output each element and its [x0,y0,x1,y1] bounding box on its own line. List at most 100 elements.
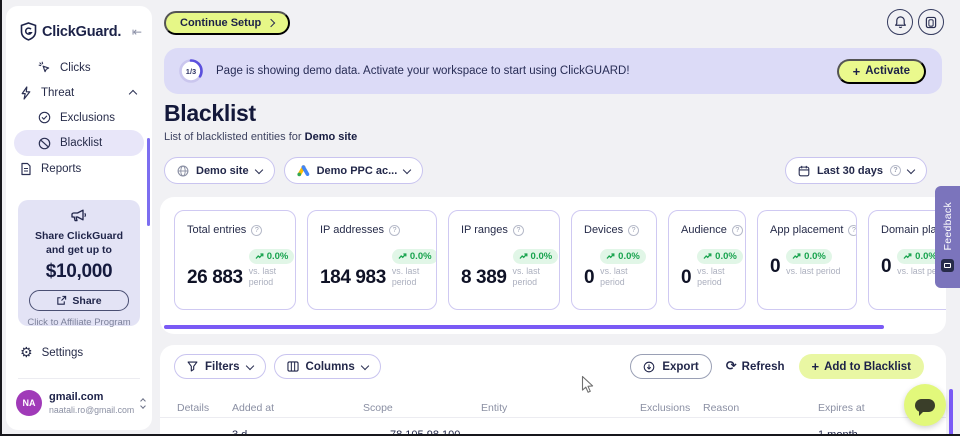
active-section-indicator [147,138,150,226]
check-circle-icon [38,111,51,124]
columns-button[interactable]: Columns [274,354,381,379]
column-header-reason[interactable]: Reason [703,402,739,414]
chat-bubble-icon [915,399,935,412]
tooltip-icon[interactable]: ? [251,225,262,236]
tooltip-icon[interactable]: ? [848,225,857,236]
stat-value: 0 [770,256,780,278]
clickguard-shield-icon [20,22,37,41]
download-icon [643,361,655,373]
stat-label: Devices [584,224,623,236]
sidebar-item-threat[interactable]: Threat [6,80,152,105]
trend-value: 0.0% [410,251,432,262]
activate-label: Activate [865,65,910,77]
filters-button[interactable]: Filters [174,354,266,379]
click-cursor-icon [38,61,51,74]
external-link-icon [56,295,67,306]
document-icon [20,162,32,176]
vs-label: vs. last period [392,266,437,288]
sidebar-item-exclusions[interactable]: Exclusions [6,105,152,130]
trend-badge: 0.0% [513,249,559,264]
table-header-divider [160,417,946,418]
sidebar-item-label: Clicks [60,62,91,74]
column-header-details[interactable]: Details [177,402,209,414]
sidebar-item-clicks[interactable]: Clicks [6,55,152,80]
stat-value: 0 [681,267,691,289]
continue-setup-button[interactable]: Continue Setup [164,11,290,35]
account-selector[interactable]: Demo PPC ac... [284,157,424,184]
date-range-selector[interactable]: Last 30 days ? [785,157,927,184]
column-header-scope[interactable]: Scope [363,402,393,414]
bell-icon [894,15,907,29]
site-selector[interactable]: Demo site [164,157,275,184]
column-header-entity[interactable]: Entity [481,402,507,414]
collapse-sidebar-icon[interactable]: ⇤ [132,25,142,39]
vertical-scrollbar[interactable] [949,389,953,436]
date-range-value: Last 30 days [817,165,883,177]
column-header-added-at[interactable]: Added at [232,402,274,414]
demo-data-banner: 1/3 Page is showing demo data. Activate … [164,48,942,94]
tooltip-icon[interactable]: ? [513,225,524,236]
sidebar-item-label: Threat [41,87,74,99]
plus-icon: + [853,65,861,78]
trend-up-icon [255,253,264,260]
stat-value: 184 983 [320,267,386,289]
tooltip-icon[interactable]: ? [890,165,901,176]
filter-funnel-icon [187,361,198,372]
account-selector-value: Demo PPC ac... [317,165,398,177]
stat-card-ip-addresses: IP addresses? 184 983 0.0%vs. last perio… [307,210,437,310]
user-menu[interactable]: NA gmail.com naatali.ro@gmail.com [16,390,144,416]
sidebar-item-label: Exclusions [60,112,115,124]
feedback-label: Feedback [942,202,954,251]
site-selector-value: Demo site [196,165,249,177]
book-icon [925,16,937,29]
page-title: Blacklist [164,100,256,127]
feedback-tab[interactable]: Feedback [935,186,960,288]
sidebar-item-blacklist[interactable]: Blacklist [14,130,144,156]
sidebar-item-reports[interactable]: Reports [6,156,152,181]
lightning-icon [20,86,32,100]
stat-card-total-entries: Total entries? 26 883 0.0%vs. last perio… [174,210,296,310]
gear-icon: ⚙ [20,346,33,360]
add-to-blacklist-button[interactable]: + Add to Blacklist [799,354,925,379]
share-button[interactable]: Share [29,290,129,311]
mouse-cursor [581,375,595,395]
export-label: Export [662,361,698,373]
export-button[interactable]: Export [630,354,711,379]
share-label: Share [72,295,101,307]
sidebar-item-settings[interactable]: ⚙ Settings [20,346,83,360]
feedback-icon [941,259,954,272]
plus-icon: + [812,360,820,373]
tooltip-icon[interactable]: ? [628,225,639,236]
stat-label: App placement [770,224,843,236]
sidebar: ClickGuard. ⇤ Clicks Threat Exclusions B… [6,6,152,430]
subtitle-text: List of blacklisted entities for [164,131,302,143]
filters-label: Filters [205,361,240,373]
affiliate-promo-card[interactable]: Share ClickGuard and get up to $10,000 S… [18,200,140,326]
continue-setup-label: Continue Setup [180,17,261,29]
trend-value: 0.0% [804,251,826,262]
tooltip-icon[interactable]: ? [389,225,400,236]
refresh-button[interactable]: ⟳ Refresh [726,360,785,373]
trend-badge: 0.0% [249,249,295,264]
trend-value: 0.0% [531,251,553,262]
vs-label: vs. last period [786,266,840,277]
trend-value: 0.0% [618,251,640,262]
refresh-label: Refresh [742,361,785,373]
chevron-down-icon [403,165,411,173]
chat-widget-button[interactable] [904,384,946,426]
vs-label: vs. last period [697,266,743,288]
user-name: gmail.com [49,391,134,404]
horizontal-scrollbar[interactable] [164,325,884,329]
ban-icon [38,137,51,150]
vs-label: vs. last period [249,266,295,288]
vs-label: vs. last period [513,266,559,288]
notifications-button[interactable] [887,9,913,35]
docs-button[interactable] [918,9,944,35]
tooltip-icon[interactable]: ? [732,225,743,236]
column-header-exclusions[interactable]: Exclusions [640,402,690,414]
column-header-expires-at[interactable]: Expires at [818,402,865,414]
sidebar-item-label: Reports [41,163,81,175]
trend-up-icon [398,253,407,260]
activate-button[interactable]: + Activate [837,59,926,84]
chevron-right-icon [267,19,275,27]
